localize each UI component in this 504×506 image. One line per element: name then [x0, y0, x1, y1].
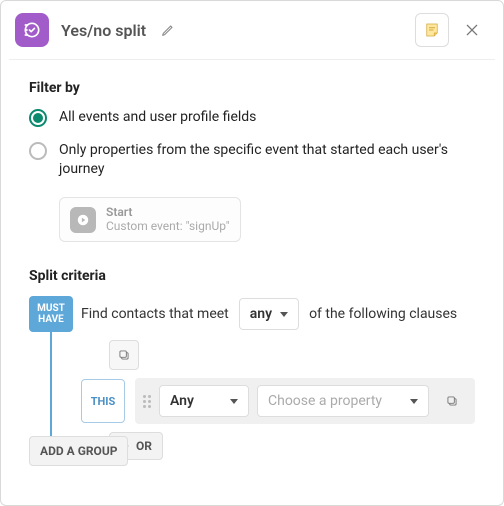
- filter-option-all[interactable]: All events and user profile fields: [29, 108, 475, 127]
- radio-unselected-icon: [29, 142, 47, 160]
- property-select[interactable]: Choose a property: [257, 385, 429, 417]
- clause-editor: Any Choose a property: [135, 378, 475, 424]
- note-button[interactable]: [415, 13, 449, 47]
- match-suffix: of the following clauses: [309, 306, 457, 322]
- builder-connector-line: [50, 332, 52, 448]
- clause-mode-select[interactable]: Any: [159, 385, 249, 417]
- filter-option-specific-label: Only properties from the specific event …: [59, 141, 475, 179]
- yes-no-split-panel: Yes/no split Filter by All events and us…: [0, 0, 504, 506]
- filter-option-specific[interactable]: Only properties from the specific event …: [29, 141, 475, 179]
- start-title: Start: [106, 206, 230, 220]
- split-icon: [15, 13, 49, 47]
- must-have-chip: MUST HAVE: [29, 296, 73, 332]
- chevron-down-icon: [280, 312, 288, 317]
- match-prefix: Find contacts that meet: [81, 306, 229, 322]
- clause-mode-value: Any: [170, 393, 194, 409]
- match-mode-value: any: [250, 306, 272, 322]
- clause-row: THIS Any Choose a property: [81, 378, 475, 424]
- edit-title-button[interactable]: [156, 18, 180, 42]
- filter-option-all-label: All events and user profile fields: [59, 108, 256, 127]
- clause-group: THIS Any Choose a property: [81, 340, 475, 460]
- duplicate-group-button[interactable]: [109, 340, 139, 370]
- match-sentence: Find contacts that meet any of the follo…: [81, 296, 475, 332]
- match-mode-select[interactable]: any: [239, 298, 299, 330]
- add-group-button[interactable]: ADD A GROUP: [29, 436, 128, 466]
- panel-body: Filter by All events and user profile fi…: [9, 60, 495, 466]
- chevron-down-icon: [410, 399, 418, 404]
- filter-by-label: Filter by: [29, 80, 475, 96]
- play-icon: [70, 207, 96, 233]
- property-placeholder: Choose a property: [268, 393, 382, 409]
- split-criteria-label: Split criteria: [29, 268, 475, 284]
- close-button[interactable]: [455, 13, 489, 47]
- radio-selected-icon: [29, 109, 47, 127]
- drag-handle-icon[interactable]: [143, 395, 151, 408]
- duplicate-clause-button[interactable]: [437, 386, 467, 416]
- this-chip: THIS: [81, 379, 125, 423]
- criteria-builder: MUST HAVE Find contacts that meet any of…: [29, 296, 475, 466]
- chevron-down-icon: [230, 399, 238, 404]
- panel-header: Yes/no split: [9, 9, 495, 60]
- panel-title: Yes/no split: [61, 21, 146, 40]
- split-criteria-section: Split criteria MUST HAVE Find contacts t…: [29, 268, 475, 466]
- start-event-card: Start Custom event: "signUp": [59, 197, 241, 243]
- or-label: OR: [136, 439, 152, 453]
- start-subtitle: Custom event: "signUp": [106, 220, 230, 234]
